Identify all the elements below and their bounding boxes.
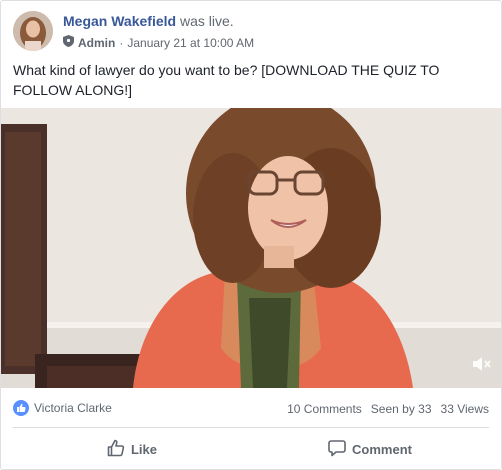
seen-by-count[interactable]: Seen by 33 — [371, 402, 432, 416]
thumbs-up-icon — [107, 439, 125, 460]
post-header: Megan Wakefield was live. Admin · Januar… — [13, 11, 489, 55]
author-name-link[interactable]: Megan Wakefield — [63, 13, 176, 29]
actions-divider — [13, 427, 489, 428]
video-frame — [1, 108, 501, 388]
like-reaction-icon — [13, 400, 29, 416]
comment-bubble-icon — [328, 439, 346, 460]
reactor-name: Victoria Clarke — [34, 401, 112, 415]
mute-icon[interactable] — [471, 355, 493, 378]
comment-label: Comment — [352, 441, 412, 457]
views-count: 33 Views — [440, 402, 489, 416]
post-text: What kind of lawyer do you want to be? [… — [13, 62, 440, 98]
like-button[interactable]: Like — [13, 433, 251, 465]
reactions-summary[interactable]: Victoria Clarke — [13, 400, 112, 416]
video-player[interactable] — [1, 108, 501, 388]
stat-counts: 10 Comments Seen by 33 33 Views — [287, 402, 489, 416]
meta-separator: · — [119, 35, 124, 50]
admin-shield-icon — [63, 35, 74, 50]
live-post-card: Megan Wakefield was live. Admin · Januar… — [0, 0, 502, 470]
comment-button[interactable]: Comment — [251, 433, 489, 465]
author-line: Megan Wakefield was live. — [63, 13, 234, 29]
live-status-text: was live. — [179, 13, 234, 29]
post-meta: Admin · January 21 at 10:00 AM — [63, 35, 254, 50]
post-actions: Like Comment — [13, 433, 489, 465]
author-avatar[interactable] — [13, 11, 53, 51]
engagement-stats: Victoria Clarke 10 Comments Seen by 33 3… — [13, 399, 489, 419]
comments-count[interactable]: 10 Comments — [287, 402, 362, 416]
post-timestamp[interactable]: January 21 at 10:00 AM — [127, 36, 254, 50]
like-label: Like — [130, 441, 157, 457]
admin-label: Admin — [78, 35, 116, 50]
